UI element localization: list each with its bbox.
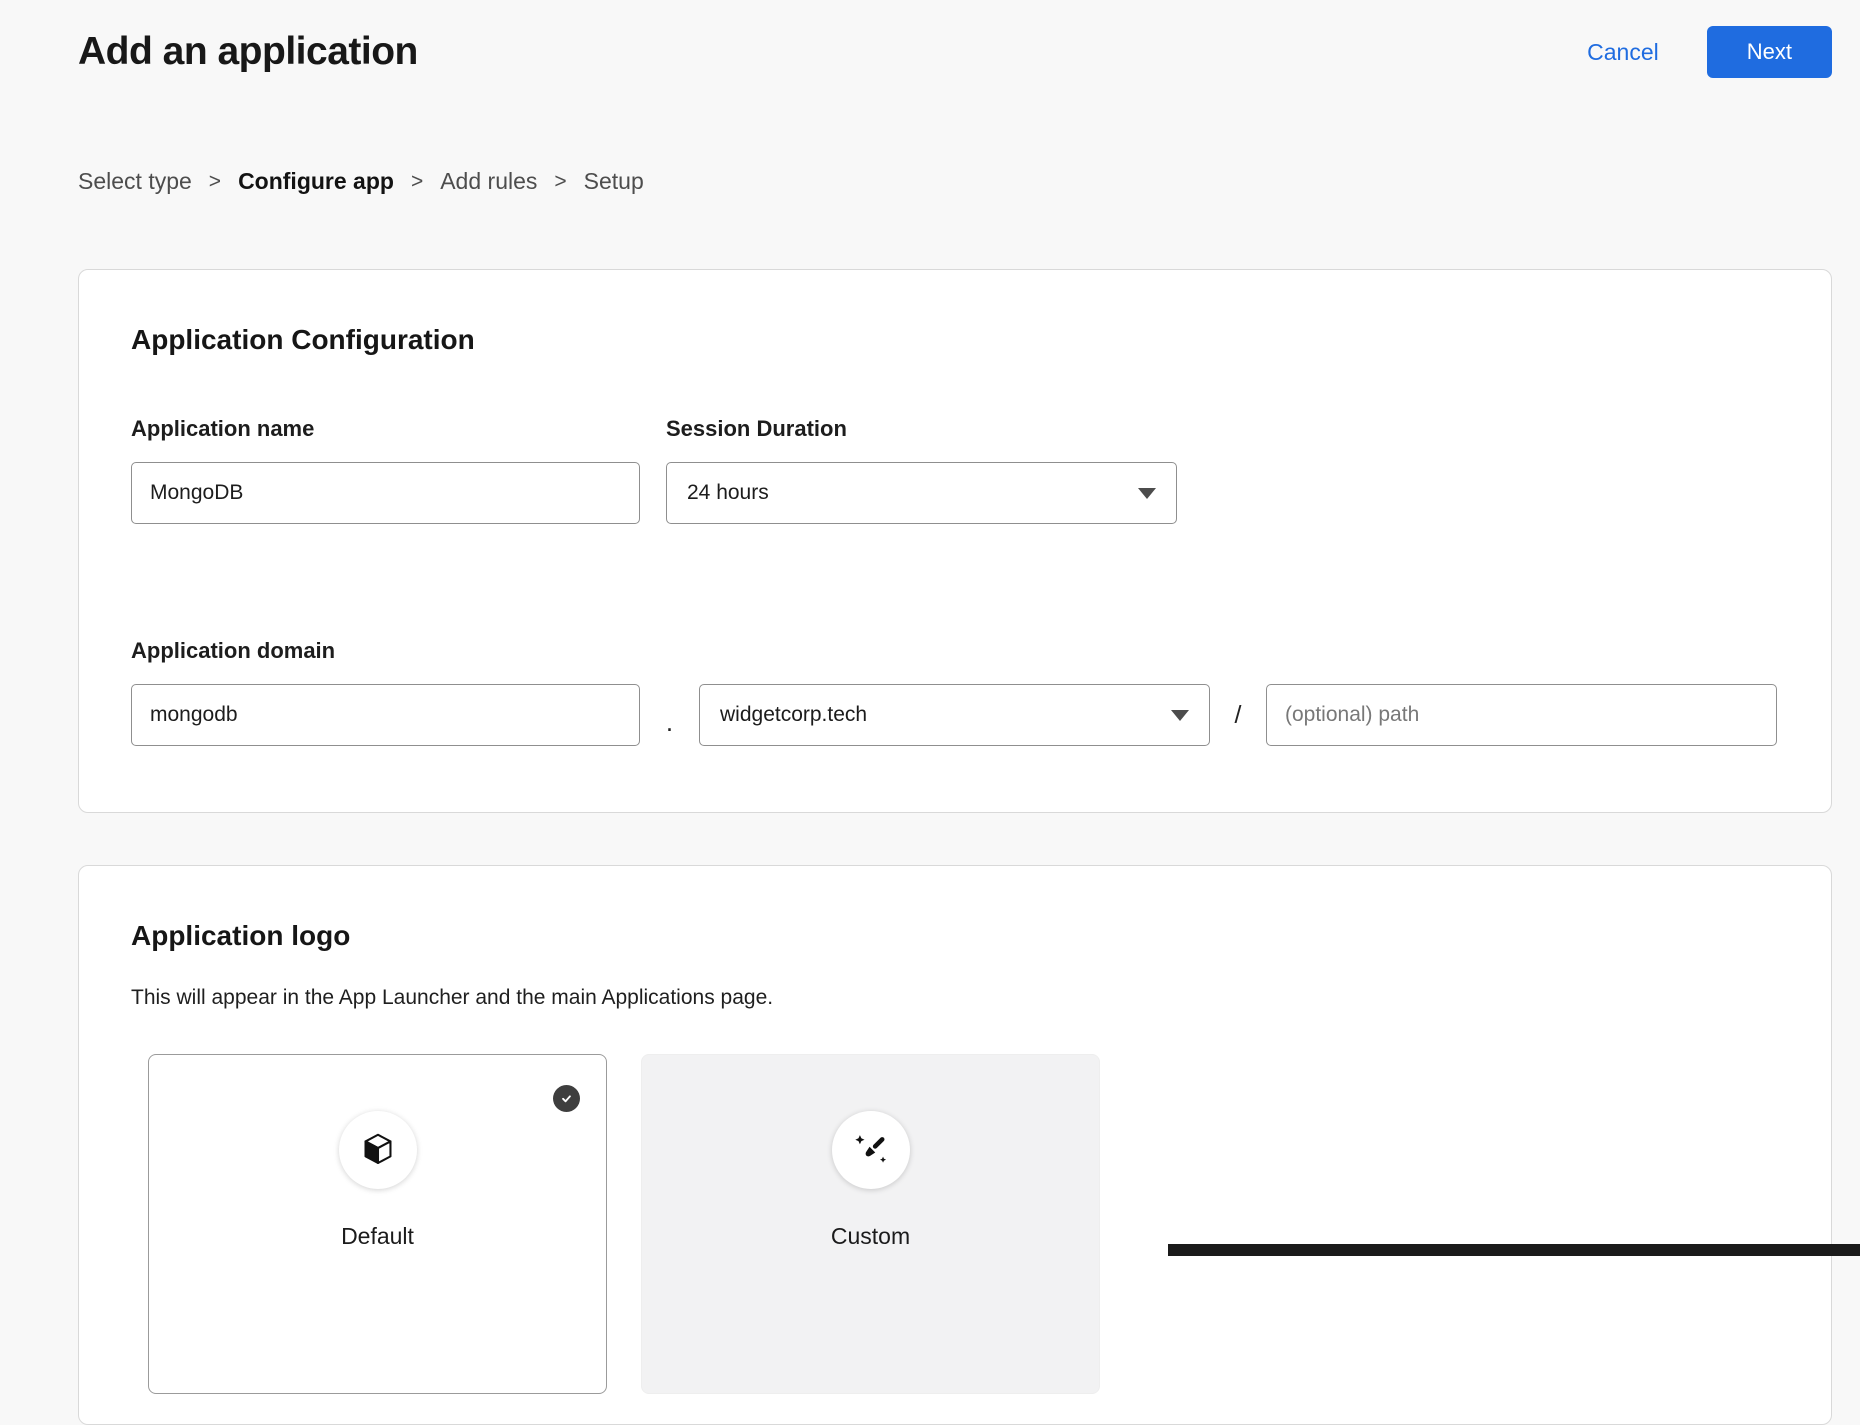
step-separator: > [554,170,566,194]
selected-check-icon [553,1085,580,1112]
page: Add an application Cancel Next Select ty… [0,0,1860,1425]
domain-slash-separator: / [1210,684,1266,746]
domain-dot-separator: . [640,684,699,746]
step-select-type[interactable]: Select type [78,168,192,195]
cancel-button[interactable]: Cancel [1587,39,1659,66]
application-name-field: Application name [131,416,640,524]
page-header: Add an application Cancel Next [0,0,1860,78]
logo-option-custom[interactable]: Custom [641,1054,1100,1394]
logo-options: Default Custom [148,1054,1779,1394]
application-configuration-title: Application Configuration [131,324,1779,356]
session-duration-field: Session Duration 24 hours [666,416,1177,524]
cube-icon [339,1111,417,1189]
application-logo-title: Application logo [131,920,1779,952]
session-duration-value: 24 hours [687,481,769,505]
application-logo-card: Application logo This will appear in the… [78,865,1832,1425]
application-domain-label: Application domain [131,638,1779,664]
step-separator: > [209,170,221,194]
domain-select-value: widgetcorp.tech [720,703,867,727]
step-separator: > [411,170,423,194]
wizard-steps: Select type > Configure app > Add rules … [78,168,1860,195]
session-duration-select[interactable]: 24 hours [666,462,1177,524]
logo-option-default[interactable]: Default [148,1054,607,1394]
subdomain-input[interactable] [131,684,640,746]
header-actions: Cancel Next [1587,26,1832,78]
session-duration-label: Session Duration [666,416,1177,442]
step-add-rules[interactable]: Add rules [440,168,537,195]
bottom-edge-bar [1168,1244,1860,1256]
application-domain-row: . widgetcorp.tech / [131,684,1779,746]
chevron-down-icon [1138,481,1156,505]
chevron-down-icon [1171,703,1189,727]
name-session-row: Application name Session Duration 24 hou… [131,416,1779,524]
application-configuration-card: Application Configuration Application na… [78,269,1832,813]
domain-select[interactable]: widgetcorp.tech [699,684,1210,746]
application-domain-field: Application domain . widgetcorp.tech / [131,638,1779,746]
step-setup[interactable]: Setup [584,168,644,195]
application-logo-description: This will appear in the App Launcher and… [131,986,1779,1010]
logo-option-custom-label: Custom [642,1223,1099,1250]
paintbrush-icon [832,1111,910,1189]
logo-option-default-label: Default [149,1223,606,1250]
path-input[interactable] [1266,684,1777,746]
application-name-label: Application name [131,416,640,442]
step-configure-app[interactable]: Configure app [238,168,394,195]
page-title: Add an application [78,30,418,74]
application-name-input[interactable] [131,462,640,524]
next-button[interactable]: Next [1707,26,1832,78]
